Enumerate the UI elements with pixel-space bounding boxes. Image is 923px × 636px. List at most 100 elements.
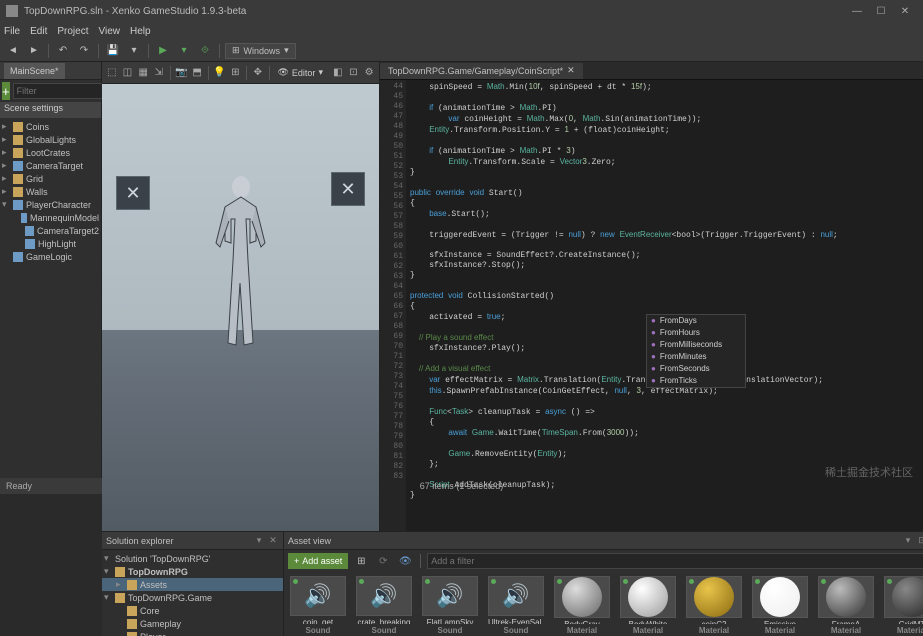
asset-tool-2[interactable]: ⟳ [374,552,392,570]
scene-item[interactable]: HighLight [0,237,101,250]
asset-item[interactable]: 🔊coin_getSound [288,576,348,635]
vp-tool-3[interactable]: ▦ [136,65,150,81]
intellisense-item[interactable]: FromHours [647,327,745,339]
menu-file[interactable]: File [4,26,20,37]
asset-item[interactable]: BodyWhiteMaterial [618,576,678,635]
vp-light-icon[interactable]: 💡 [213,65,227,81]
intellisense-item[interactable]: FromMilliseconds [647,339,745,351]
asset-item[interactable]: GridMTMaterial [882,576,923,635]
editor-label[interactable]: 👁Editor▾ [273,67,326,78]
app-icon [6,5,18,17]
intellisense-popup[interactable]: FromDaysFromHoursFromMillisecondsFromMin… [646,314,746,388]
viewport-character [206,173,276,353]
solution-item[interactable]: ▾TopDownRPG.Game [102,591,283,604]
scene-item[interactable]: ▾PlayerCharacter [0,198,101,211]
save-button[interactable]: 💾 [104,42,122,60]
viewport-crate [116,176,150,210]
intellisense-item[interactable]: FromMinutes [647,351,745,363]
main-toolbar: ◄ ► ↶ ↷ 💾 ▾ ▶ ▾ ⟐ ⊞ Windows ▾ [0,40,923,62]
redo-button[interactable]: ↷ [75,42,93,60]
back-button[interactable]: ◄ [4,42,22,60]
code-file-tab[interactable]: TopDownRPG.Game/Gameplay/CoinScript*✕ [380,63,583,79]
vp-tool-2[interactable]: ◫ [121,65,135,81]
scene-tab[interactable]: MainScene* [4,63,65,79]
menubar: File Edit Project View Help [0,22,923,40]
asset-item[interactable]: coinC2Material [684,576,744,635]
panel-close-icon[interactable]: ✕ [267,535,279,546]
solution-root[interactable]: ▾Solution 'TopDownRPG' [102,552,283,565]
titlebar: TopDownRPG.sln - Xenko GameStudio 1.9.3-… [0,0,923,22]
scene-item[interactable]: ▸CameraTarget [0,159,101,172]
maximize-button[interactable]: ☐ [869,6,893,17]
menu-view[interactable]: View [98,26,120,37]
panel-pin-icon[interactable]: ⊡ [916,535,923,546]
vp-extra-2[interactable]: ⊡ [347,65,361,81]
scene-item[interactable]: ▸GlobalLights [0,133,101,146]
vp-extra-1[interactable]: ◧ [331,65,345,81]
asset-item[interactable]: EmissiveMaterial [750,576,810,635]
solution-item[interactable]: Gameplay [102,617,283,630]
viewport-crate [331,172,365,206]
vp-cam-1[interactable]: 📷 [175,65,189,81]
close-icon[interactable]: ✕ [567,65,575,76]
scene-panel: MainScene* + ⌕ Scene settings ▸Coins▸Glo… [0,62,102,478]
minimize-button[interactable]: — [845,6,869,17]
vp-tool-4[interactable]: ⇲ [152,65,166,81]
status-mid: 67 items (1 selected) [420,481,504,491]
vp-tool-1[interactable]: ⬚ [105,65,119,81]
close-button[interactable]: ✕ [893,6,917,17]
vp-cam-2[interactable]: ⬒ [190,65,204,81]
solution-item[interactable]: ▸Assets [102,578,283,591]
asset-item[interactable]: 🔊Ultrek-EvenSal.esSound [486,576,546,635]
undo-button[interactable]: ↶ [54,42,72,60]
scene-item[interactable]: MannequinModel [0,211,101,224]
play-dropdown[interactable]: ▾ [175,42,193,60]
asset-item[interactable]: 🔊crate_breakingSound [354,576,414,635]
menu-edit[interactable]: Edit [30,26,47,37]
scene-item[interactable]: ▸Walls [0,185,101,198]
scene-item[interactable]: CameraTarget2 [0,224,101,237]
intellisense-item[interactable]: FromDays [647,315,745,327]
asset-filter-input[interactable] [427,553,923,569]
intellisense-item[interactable]: FromTicks [647,375,745,387]
vp-extra-3[interactable]: ⚙ [362,65,376,81]
add-entity-button[interactable]: + [2,82,10,100]
window-title: TopDownRPG.sln - Xenko GameStudio 1.9.3-… [24,6,845,17]
scene-tree: ▸Coins▸GlobalLights▸LootCrates▸CameraTar… [0,118,101,478]
scene-item[interactable]: ▸Coins [0,120,101,133]
viewport-3d[interactable] [102,84,379,531]
scene-item[interactable]: ▸Grid [0,172,101,185]
asset-view-panel: Asset view ▾⊡✕ +Add asset ⊞ ⟳ 👁 🔊coin_ge… [284,532,923,636]
save-dropdown[interactable]: ▾ [125,42,143,60]
platform-select[interactable]: ⊞ Windows ▾ [225,43,296,59]
panel-menu-icon[interactable]: ▾ [902,535,914,546]
solution-explorer: Solution explorer ▾✕ ▾Solution 'TopDownR… [102,532,284,636]
scene-item[interactable]: GameLogic [0,250,101,263]
code-editor-panel: TopDownRPG.Game/Gameplay/CoinScript*✕ 44… [380,62,923,531]
scene-settings-button[interactable]: Scene settings [0,102,101,118]
status-left: Ready [6,481,32,491]
code-gutter: 44 45 46 47 48 49 50 51 52 53 54 55 56 5… [380,80,406,531]
solution-item[interactable]: Core [102,604,283,617]
solution-item[interactable]: ▾TopDownRPG [102,565,283,578]
asset-item[interactable]: FrameAMaterial [816,576,876,635]
play-button[interactable]: ▶ [154,42,172,60]
menu-help[interactable]: Help [130,26,151,37]
solution-item[interactable]: Player [102,630,283,636]
menu-project[interactable]: Project [57,26,88,37]
asset-item[interactable]: 🔊FlatLampSkySound [420,576,480,635]
vp-gizmo-icon[interactable]: ✥ [251,65,265,81]
vp-snap-icon[interactable]: ⊞ [228,65,242,81]
code-body[interactable]: spinSpeed = Math.Min(10f, spinSpeed + dt… [406,80,923,531]
forward-button[interactable]: ► [25,42,43,60]
add-asset-button[interactable]: +Add asset [288,553,348,569]
panel-menu-icon[interactable]: ▾ [253,535,265,546]
platform-icon: ⊞ [232,45,240,56]
live-button[interactable]: ⟐ [196,42,214,60]
viewport-panel: ⬚ ◫ ▦ ⇲ 📷 ⬒ 💡 ⊞ ✥ 👁Editor▾ ◧ ⊡ [102,62,380,531]
scene-item[interactable]: ▸LootCrates [0,146,101,159]
asset-item[interactable]: BodyGrayMaterial [552,576,612,635]
asset-tool-1[interactable]: ⊞ [352,552,370,570]
asset-tool-3[interactable]: 👁 [396,552,414,570]
intellisense-item[interactable]: FromSeconds [647,363,745,375]
